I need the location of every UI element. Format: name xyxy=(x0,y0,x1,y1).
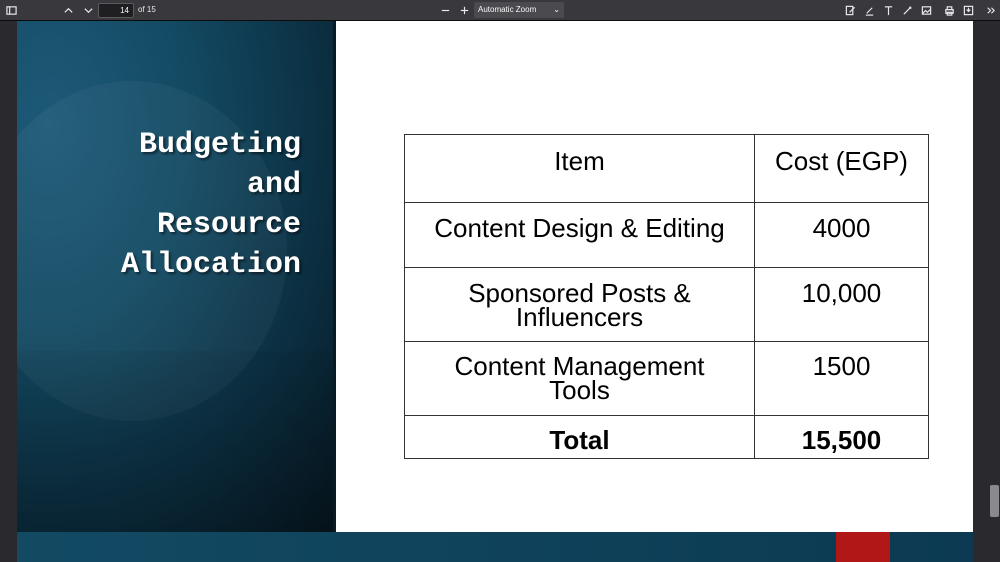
chevron-down-icon: ⌄ xyxy=(553,5,560,14)
table-row: Sponsored Posts & Influencers 10,000 xyxy=(404,267,929,342)
chevron-down-icon[interactable] xyxy=(81,3,95,17)
cell-line: Influencers xyxy=(515,302,644,332)
document-viewer[interactable]: Budgeting and Resource Allocation Item C… xyxy=(0,21,1000,562)
print-icon[interactable] xyxy=(942,3,956,17)
highlight-icon[interactable] xyxy=(862,3,876,17)
chevron-up-icon[interactable] xyxy=(61,3,75,17)
image-icon[interactable] xyxy=(919,3,933,17)
table-row: Content Design & Editing 4000 xyxy=(404,202,929,268)
slide-divider xyxy=(333,21,336,545)
slide-title: Budgeting and Resource Allocation xyxy=(37,125,301,285)
budget-table: Item Cost (EGP) Content Design & Editing… xyxy=(404,134,929,459)
cell-line: Content Design & Editing xyxy=(434,213,725,243)
next-slide-preview xyxy=(17,532,973,562)
zoom-in-icon[interactable] xyxy=(457,3,471,17)
slide-title-line: and xyxy=(246,168,301,202)
table-cell-cost: 4000 xyxy=(754,202,929,268)
slide-title-line: Budgeting xyxy=(138,128,301,162)
table-cell-item: Sponsored Posts & Influencers xyxy=(404,267,755,342)
sidebar-toggle-icon[interactable] xyxy=(4,3,18,17)
slide-title-line: Resource xyxy=(156,208,301,242)
scrollbar-thumb[interactable] xyxy=(990,485,999,517)
table-total-cost: 15,500 xyxy=(754,415,929,459)
more-tools-icon[interactable] xyxy=(983,3,997,17)
zoom-out-icon[interactable] xyxy=(438,3,452,17)
slide-title-line: Allocation xyxy=(120,248,301,282)
zoom-select[interactable]: Automatic Zoom ⌄ xyxy=(474,2,564,18)
zoom-select-value: Automatic Zoom xyxy=(478,5,537,14)
page-count-label: of 15 xyxy=(138,5,156,14)
table-row: Content Management Tools 1500 xyxy=(404,341,929,416)
save-icon[interactable] xyxy=(961,3,975,17)
pdf-toolbar: 14 of 15 Automatic Zoom ⌄ xyxy=(0,0,1000,21)
draw-icon[interactable] xyxy=(900,3,914,17)
table-cell-cost: 1500 xyxy=(754,341,929,416)
table-cell-item: Content Design & Editing xyxy=(404,202,755,268)
table-cell-cost: 10,000 xyxy=(754,267,929,342)
edit-file-icon[interactable] xyxy=(843,3,857,17)
text-icon[interactable] xyxy=(881,3,895,17)
table-total-label: Total xyxy=(404,415,755,459)
table-header-cost: Cost (EGP) xyxy=(754,134,929,203)
next-slide-accent xyxy=(836,532,890,562)
slide-page: Budgeting and Resource Allocation Item C… xyxy=(17,21,973,545)
page-number-input[interactable]: 14 xyxy=(98,3,134,18)
vertical-scrollbar[interactable] xyxy=(987,21,1000,562)
table-cell-item: Content Management Tools xyxy=(404,341,755,416)
table-header-row: Item Cost (EGP) xyxy=(404,134,929,203)
table-header-item: Item xyxy=(404,134,755,203)
cell-line: Tools xyxy=(549,375,610,405)
table-total-row: Total 15,500 xyxy=(404,415,929,459)
